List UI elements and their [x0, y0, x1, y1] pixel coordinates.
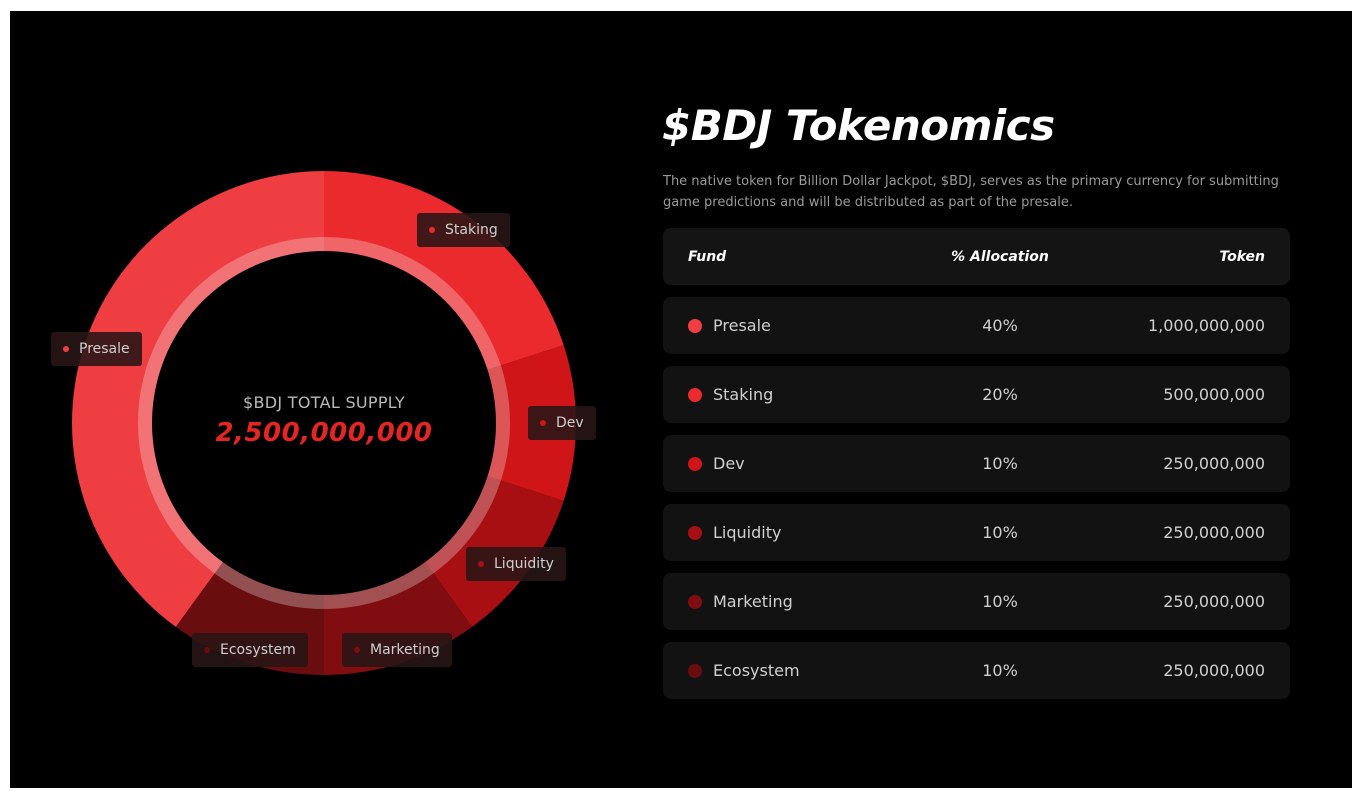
fund-color-dot-icon — [688, 318, 702, 333]
fund-color-dot-icon — [688, 456, 702, 471]
legend-dot-icon — [354, 647, 360, 653]
donut-label-marketing: Marketing — [342, 633, 452, 667]
token-cell: 1,000,000,000 — [1147, 316, 1265, 335]
donut-label-dev: Dev — [528, 406, 596, 440]
token-cell: 250,000,000 — [1163, 592, 1265, 611]
fund-name: Staking — [713, 385, 774, 404]
fund-name: Ecosystem — [713, 661, 800, 680]
column-header-token: Token — [1219, 248, 1265, 265]
fund-name: Marketing — [713, 592, 793, 611]
donut-label-text: Staking — [445, 222, 498, 238]
fund-cell: Staking — [688, 366, 938, 423]
table-row: Staking 20% 500,000,000 — [663, 366, 1290, 423]
donut-label-text: Marketing — [370, 642, 440, 658]
fund-color-dot-icon — [688, 594, 702, 609]
legend-dot-icon — [429, 227, 435, 233]
table-row: Ecosystem 10% 250,000,000 — [663, 642, 1290, 699]
token-cell: 250,000,000 — [1163, 454, 1265, 473]
table-row: Liquidity 10% 250,000,000 — [663, 504, 1290, 561]
fund-name: Dev — [713, 454, 745, 473]
fund-color-dot-icon — [688, 663, 702, 678]
donut-label-text: Dev — [556, 415, 584, 431]
total-supply-label: $BDJ TOTAL SUPPLY — [243, 393, 405, 412]
fund-cell: Liquidity — [688, 504, 938, 561]
donut-label-text: Liquidity — [494, 556, 554, 572]
page-description: The native token for Billion Dollar Jack… — [663, 174, 1279, 210]
token-cell: 500,000,000 — [1163, 385, 1265, 404]
table-row: Marketing 10% 250,000,000 — [663, 573, 1290, 630]
fund-color-dot-icon — [688, 387, 702, 402]
donut-label-text: Ecosystem — [220, 642, 296, 658]
table-row: Presale 40% 1,000,000,000 — [663, 297, 1290, 354]
table-row: Dev 10% 250,000,000 — [663, 435, 1290, 492]
legend-dot-icon — [63, 346, 69, 352]
fund-cell: Dev — [688, 435, 938, 492]
legend-dot-icon — [204, 647, 210, 653]
legend-dot-icon — [540, 420, 546, 426]
fund-color-dot-icon — [688, 525, 702, 540]
fund-name: Liquidity — [713, 523, 782, 542]
donut-label-presale: Presale — [51, 332, 142, 366]
legend-dot-icon — [478, 561, 484, 567]
donut-slice-staking — [324, 171, 564, 370]
donut-label-staking: Staking — [417, 213, 510, 247]
column-header-fund: Fund — [688, 248, 727, 265]
fund-name: Presale — [713, 316, 771, 335]
total-supply-value: 2,500,000,000 — [215, 418, 433, 448]
table-header-row: Fund % Allocation Token — [663, 228, 1290, 285]
donut-label-ecosystem: Ecosystem — [192, 633, 308, 667]
fund-cell: Ecosystem — [688, 642, 938, 699]
fund-cell: Presale — [688, 297, 938, 354]
donut-label-liquidity: Liquidity — [466, 547, 566, 581]
token-cell: 250,000,000 — [1163, 523, 1265, 542]
page-title: $BDJ Tokenomics — [662, 101, 1055, 150]
fund-cell: Marketing — [688, 573, 938, 630]
token-cell: 250,000,000 — [1163, 661, 1265, 680]
tokenomics-canvas: $BDJ TOTAL SUPPLY 2,500,000,000 Presale … — [10, 11, 1352, 788]
donut-label-text: Presale — [79, 341, 130, 357]
allocation-table: Fund % Allocation Token Presale 40% 1,00… — [663, 228, 1290, 711]
